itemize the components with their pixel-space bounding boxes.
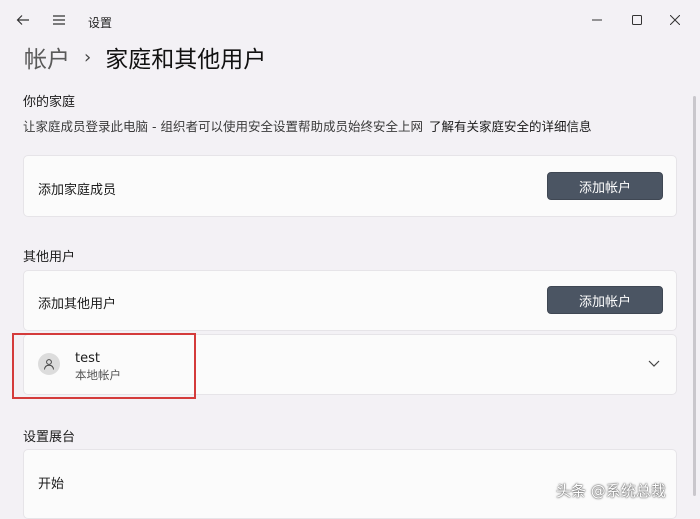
scrollbar[interactable] — [693, 96, 696, 496]
app-title: 设置 — [88, 16, 113, 30]
back-button[interactable] — [12, 9, 34, 31]
family-heading: 你的家庭 — [23, 95, 76, 110]
chevron-down-icon[interactable] — [646, 355, 662, 371]
maximize-button[interactable] — [626, 9, 648, 31]
close-button[interactable] — [664, 9, 686, 31]
add-other-user-card: 添加其他用户 添加帐户 — [23, 270, 677, 331]
hamburger-icon — [53, 15, 65, 25]
add-family-account-button[interactable]: 添加帐户 — [547, 172, 663, 200]
menu-button[interactable] — [48, 9, 70, 31]
add-family-card: 添加家庭成员 添加帐户 — [23, 155, 677, 217]
title-bar: 设置 — [0, 0, 700, 40]
arrow-left-icon — [16, 15, 29, 25]
minimize-icon — [592, 19, 602, 21]
highlight-box — [12, 333, 196, 399]
maximize-icon — [632, 15, 642, 25]
close-icon — [670, 15, 680, 25]
family-description: 让家庭成员登录此电脑 - 组织者可以使用安全设置帮助成员始终安全上网 了解有关家庭… — [23, 116, 591, 135]
page-title: 家庭和其他用户 — [105, 47, 267, 73]
breadcrumb-separator: › — [84, 46, 92, 68]
add-family-label: 添加家庭成员 — [38, 183, 117, 198]
family-safety-link[interactable]: 了解有关家庭安全的详细信息 — [429, 119, 592, 134]
kiosk-start-label: 开始 — [38, 477, 65, 492]
minimize-button[interactable] — [586, 9, 608, 31]
kiosk-heading: 设置展台 — [23, 430, 76, 445]
other-users-heading: 其他用户 — [23, 250, 76, 265]
add-other-user-label: 添加其他用户 — [38, 297, 117, 312]
family-description-text: 让家庭成员登录此电脑 - 组织者可以使用安全设置帮助成员始终安全上网 — [23, 119, 423, 134]
breadcrumb: 帐户 › 家庭和其他用户 — [24, 40, 266, 74]
breadcrumb-parent[interactable]: 帐户 — [24, 40, 70, 74]
watermark: 头条 @系统总裁 — [556, 482, 666, 500]
add-other-user-account-button[interactable]: 添加帐户 — [547, 286, 663, 314]
